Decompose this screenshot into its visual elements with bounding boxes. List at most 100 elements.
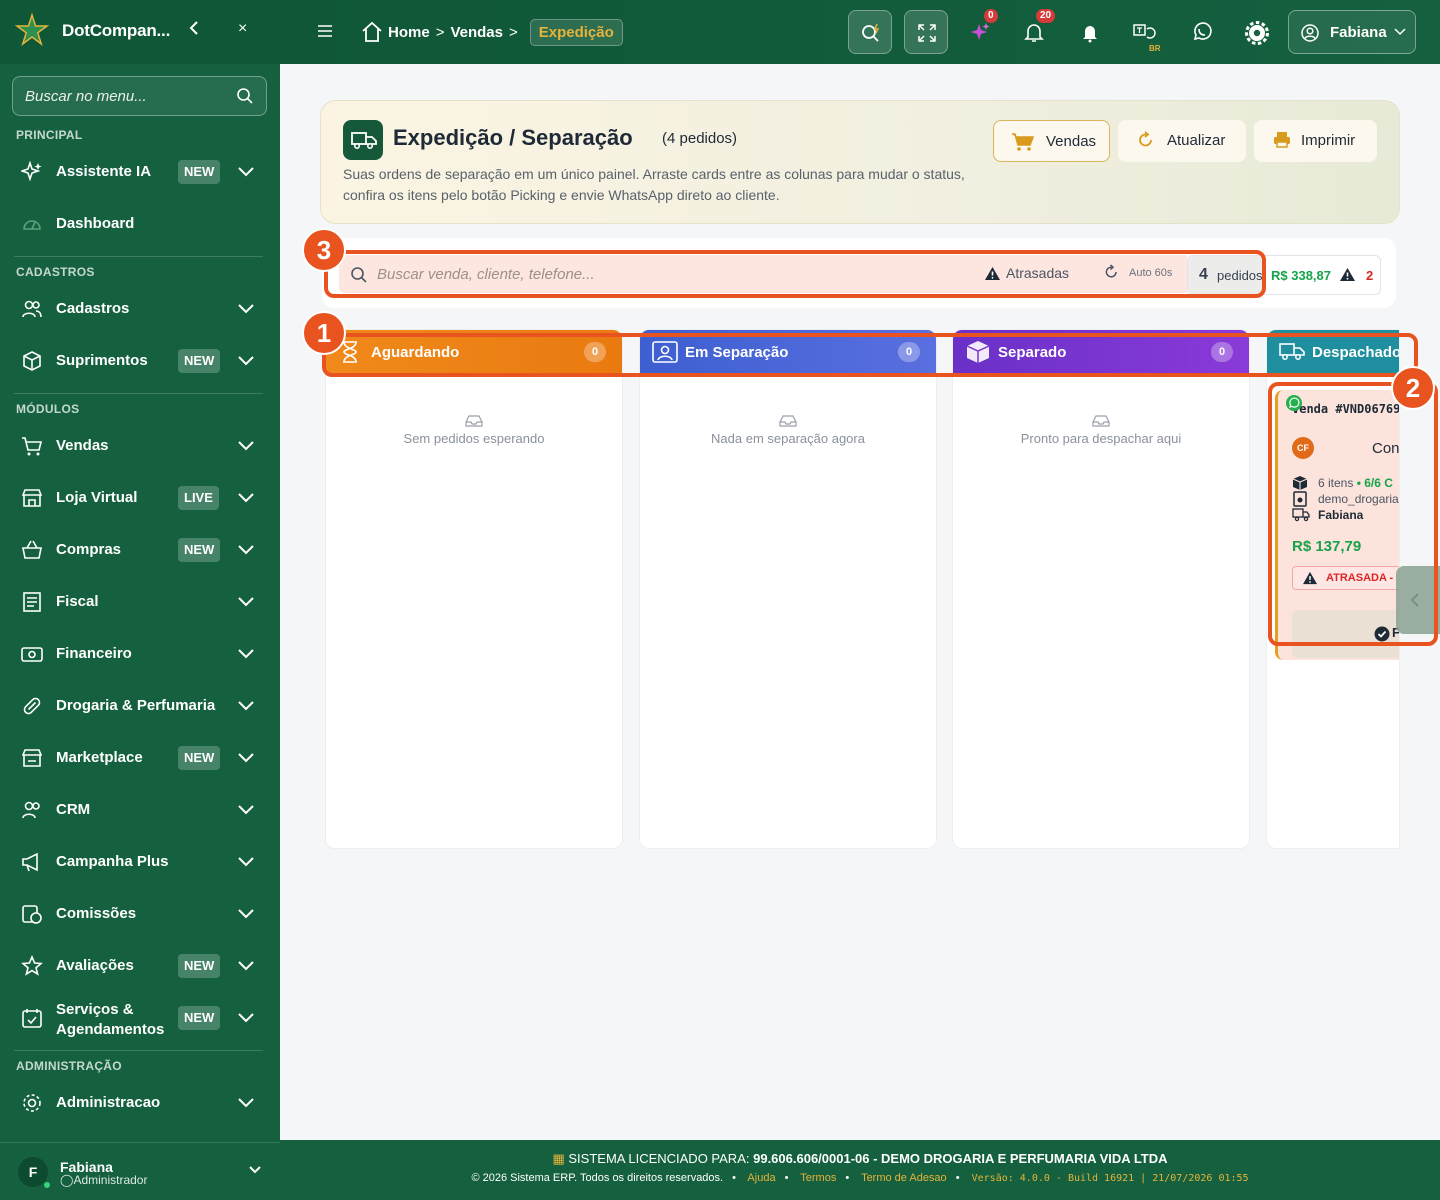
sidebar-item-comissoes[interactable]: Comissões bbox=[0, 892, 280, 936]
bell-filled-icon bbox=[1083, 26, 1097, 43]
star-logo-icon bbox=[14, 12, 50, 47]
empty-state-text: Pronto para despachar aqui bbox=[1020, 431, 1182, 446]
chevron-down-icon bbox=[238, 649, 254, 659]
imprimir-button[interactable]: Imprimir bbox=[1254, 120, 1377, 162]
brand-header: DotCompan... × bbox=[0, 0, 280, 64]
chevron-down-icon bbox=[238, 857, 254, 867]
new-badge: NEW bbox=[178, 954, 221, 978]
new-badge: NEW bbox=[178, 1006, 221, 1030]
version-info: Versão: 4.0.0 - Build 16921 | 21/07/2026… bbox=[971, 1173, 1249, 1184]
chevron-down-icon bbox=[238, 909, 254, 919]
sidebar-item-label: Marketplace bbox=[56, 749, 143, 766]
sidebar-item-label: Loja Virtual bbox=[56, 489, 138, 506]
sidebar-item-loja-virtual[interactable]: Loja Virtual LIVE bbox=[0, 476, 280, 520]
search-icon bbox=[237, 88, 253, 104]
empty-state: Nada em separação agora bbox=[640, 414, 936, 446]
live-badge: LIVE bbox=[178, 486, 219, 510]
sidebar-item-suprimentos[interactable]: Suprimentos NEW bbox=[0, 339, 280, 383]
notifications-button[interactable]: 20 bbox=[1012, 9, 1056, 54]
users-icon bbox=[22, 801, 40, 819]
sidebar-item-label: CRM bbox=[56, 801, 91, 818]
annotation-marker-3: 3 bbox=[302, 228, 346, 272]
chevron-left-icon[interactable] bbox=[188, 20, 200, 41]
section-modulos: MÓDULOS bbox=[16, 402, 80, 416]
section-administracao: ADMINISTRAÇÃO bbox=[16, 1059, 122, 1073]
settings-button[interactable] bbox=[1234, 10, 1278, 54]
sidebar-item-drogaria[interactable]: Drogaria & Perfumaria bbox=[0, 684, 280, 728]
sidebar-item-label: Fiscal bbox=[56, 593, 99, 610]
sidebar-item-cadastros[interactable]: Cadastros bbox=[0, 287, 280, 331]
atualizar-button[interactable]: Atualizar bbox=[1118, 120, 1246, 162]
home-icon[interactable] bbox=[360, 20, 384, 44]
sidebar-item-assistente-ia[interactable]: Assistente IA NEW bbox=[0, 150, 280, 194]
gauge-icon bbox=[23, 220, 41, 230]
sidebar-item-servicos[interactable]: Serviços & Agendamentos NEW bbox=[0, 996, 280, 1040]
ai-notifications-button[interactable]: 0 bbox=[958, 9, 1002, 54]
user-menu-button[interactable]: Fabiana bbox=[1288, 10, 1416, 54]
sidebar-item-label: Financeiro bbox=[56, 645, 132, 662]
breadcrumb-home[interactable]: Home bbox=[388, 24, 430, 41]
label-line-1: Serviços & bbox=[56, 1001, 134, 1018]
sidebar-item-label: Compras bbox=[56, 541, 122, 558]
new-badge: NEW bbox=[178, 538, 221, 562]
inbox-icon bbox=[779, 415, 797, 427]
cart-icon bbox=[22, 437, 43, 456]
language-button[interactable]: BR bbox=[1122, 10, 1166, 54]
chevron-down-icon bbox=[238, 1098, 254, 1108]
cart-icon bbox=[1012, 133, 1035, 151]
link-termo-adesao[interactable]: Termo de Adesao bbox=[861, 1172, 947, 1184]
annotation-box-2 bbox=[1268, 382, 1438, 646]
chevron-down-icon bbox=[238, 356, 254, 366]
box-icon bbox=[23, 351, 41, 371]
new-badge: NEW bbox=[178, 160, 221, 184]
whatsapp-button[interactable] bbox=[1180, 10, 1224, 54]
pill-icon bbox=[23, 697, 41, 715]
sidebar-item-vendas[interactable]: Vendas bbox=[0, 424, 280, 468]
sidebar-item-dashboard[interactable]: Dashboard bbox=[0, 202, 280, 246]
sidebar-item-administracao[interactable]: Administracao bbox=[0, 1081, 280, 1125]
order-count: (4 pedidos) bbox=[662, 130, 738, 147]
sidebar-item-crm[interactable]: CRM bbox=[0, 788, 280, 832]
fullscreen-icon bbox=[918, 24, 936, 42]
breadcrumb-separator: > bbox=[508, 23, 518, 41]
global-search-button[interactable] bbox=[848, 10, 892, 54]
sidebar: DotCompan... × PRINCIPAL Assistente IA N… bbox=[0, 0, 280, 1200]
sidebar-item-financeiro[interactable]: Financeiro bbox=[0, 632, 280, 676]
sidebar-item-fiscal[interactable]: Fiscal bbox=[0, 580, 280, 624]
gear-icon bbox=[1245, 21, 1269, 45]
menu-icon[interactable] bbox=[316, 22, 334, 40]
sidebar-item-marketplace[interactable]: Marketplace NEW bbox=[0, 736, 280, 780]
translate-icon bbox=[1133, 24, 1156, 39]
section-cadastros: CADASTROS bbox=[16, 265, 95, 279]
annotation-box-1 bbox=[322, 333, 1418, 377]
printer-icon bbox=[1274, 132, 1290, 148]
copyright: © 2026 Sistema ERP. Todos os direitos re… bbox=[471, 1172, 724, 1184]
building-icon: ▦ bbox=[552, 1151, 565, 1166]
fullscreen-button[interactable] bbox=[904, 10, 948, 54]
close-icon[interactable]: × bbox=[238, 20, 247, 38]
breadcrumb-vendas[interactable]: Vendas bbox=[450, 24, 503, 41]
megaphone-icon bbox=[22, 852, 38, 872]
sidebar-item-label: Vendas bbox=[56, 437, 109, 454]
menu-search-input[interactable] bbox=[25, 77, 225, 115]
chevron-down-icon bbox=[238, 167, 254, 177]
link-ajuda[interactable]: Ajuda bbox=[747, 1172, 775, 1184]
chevron-down-icon bbox=[238, 493, 254, 503]
sidebar-item-label: Campanha Plus bbox=[56, 853, 169, 870]
sparkles-icon bbox=[21, 161, 42, 182]
menu-search[interactable] bbox=[12, 76, 267, 116]
sidebar-item-compras[interactable]: Compras NEW bbox=[0, 528, 280, 572]
gear-icon bbox=[23, 1094, 41, 1112]
sidebar-user[interactable]: F Fabiana ◯Administrador bbox=[0, 1142, 280, 1200]
chevron-down-icon bbox=[238, 805, 254, 815]
vendas-button-label: Vendas bbox=[1046, 133, 1097, 150]
link-termos[interactable]: Termos bbox=[800, 1172, 836, 1184]
new-badge: NEW bbox=[178, 746, 221, 770]
breadcrumb: Home > Vendas > Expedição bbox=[360, 17, 623, 47]
sidebar-item-campanha-plus[interactable]: Campanha Plus bbox=[0, 840, 280, 884]
license-line: ▦ SISTEMA LICENCIADO PARA: 99.606.606/00… bbox=[280, 1151, 1440, 1167]
breadcrumb-current: Expedição bbox=[529, 18, 623, 46]
alerts-button[interactable] bbox=[1068, 10, 1112, 54]
vendas-button[interactable]: Vendas bbox=[993, 120, 1110, 162]
sidebar-item-avaliacoes[interactable]: Avaliações NEW bbox=[0, 944, 280, 988]
